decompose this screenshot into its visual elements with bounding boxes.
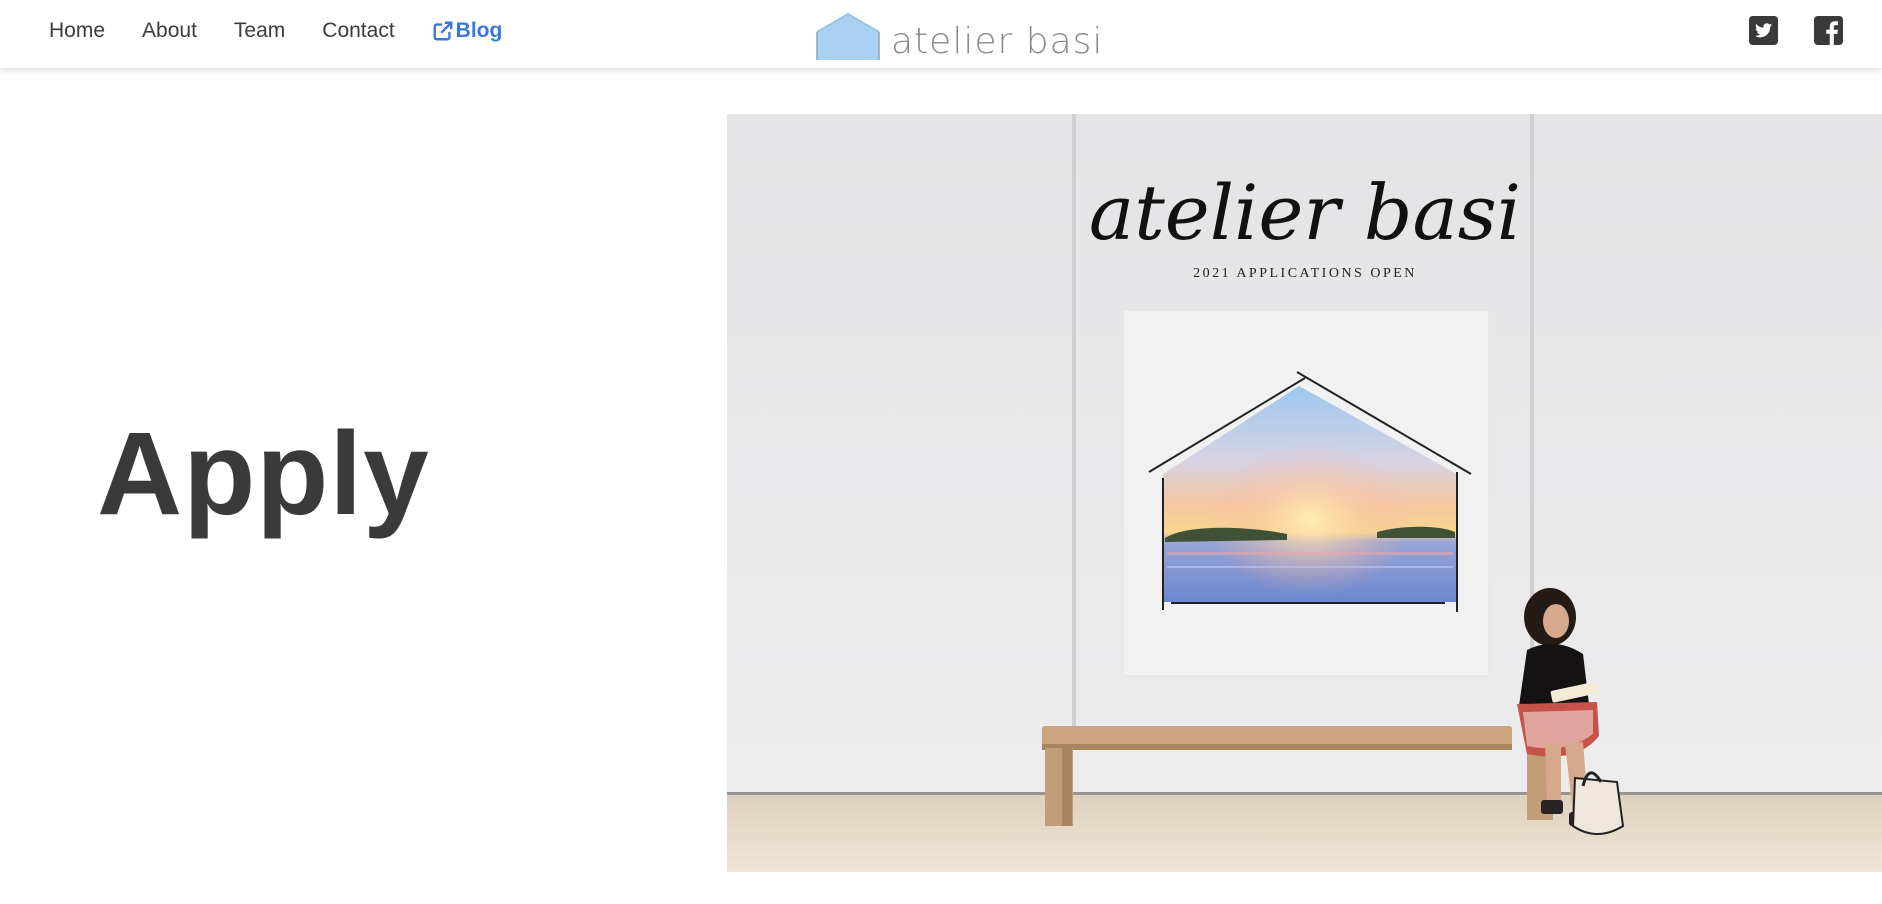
nav-contact-link[interactable]: Contact: [322, 19, 394, 43]
nav-blog-label: Blog: [455, 19, 503, 42]
nav-team-link[interactable]: Team: [234, 19, 285, 43]
brand-logo[interactable]: atelier basi: [815, 10, 1103, 62]
poster-title: atelier basi: [1089, 168, 1521, 257]
nav-blog-link[interactable]: Blog: [432, 19, 503, 43]
poster-subtitle: 2021 APPLICATIONS OPEN: [1193, 266, 1417, 281]
house-icon: [816, 12, 880, 60]
nav-about-link[interactable]: About: [142, 19, 197, 43]
nav-links: Home About Team Contact Blog: [49, 0, 502, 62]
hero-image: atelier basi 2021 APPLICATIONS OPEN: [727, 114, 1882, 872]
facebook-icon[interactable]: [1813, 15, 1844, 46]
social-links: [1748, 15, 1844, 46]
twitter-icon[interactable]: [1748, 15, 1779, 46]
external-link-icon: [433, 21, 453, 41]
gallery-scene: atelier basi 2021 APPLICATIONS OPEN: [727, 114, 1882, 872]
top-navbar: Home About Team Contact Blog atelier bas…: [0, 0, 1882, 68]
nav-home-link[interactable]: Home: [49, 19, 105, 43]
brand-name: atelier basi: [891, 21, 1104, 62]
page-title: Apply: [97, 408, 430, 540]
